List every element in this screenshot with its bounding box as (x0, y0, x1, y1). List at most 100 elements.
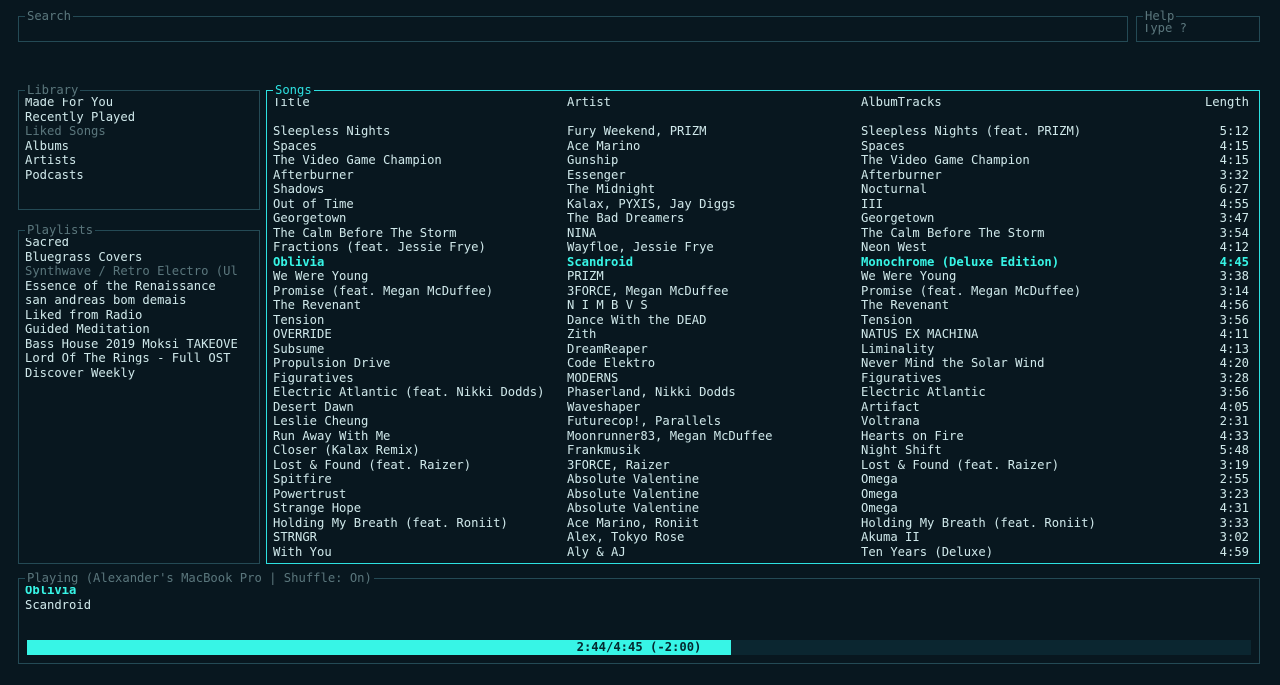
song-length: 4:33 (1155, 429, 1253, 444)
help-title: Help (1143, 9, 1176, 24)
song-artist: Scandroid (567, 255, 861, 270)
song-row[interactable]: With YouAly & AJTen Years (Deluxe)4:59 (273, 545, 1253, 560)
song-length: 3:56 (1155, 385, 1253, 400)
search-input[interactable] (19, 17, 1127, 41)
song-length: 4:31 (1155, 501, 1253, 516)
playlist-item[interactable]: Liked from Radio (25, 308, 253, 323)
playlist-item[interactable]: Essence of the Renaissance (25, 279, 253, 294)
song-title: Georgetown (273, 211, 567, 226)
song-row[interactable]: We Were YoungPRIZMWe Were Young3:38 (273, 269, 1253, 284)
song-length: 5:12 (1155, 124, 1253, 139)
song-row[interactable]: STRNGRAlex, Tokyo RoseAkuma II3:02 (273, 530, 1253, 545)
song-title: We Were Young (273, 269, 567, 284)
col-length[interactable]: Length (1155, 95, 1253, 110)
song-title: Spaces (273, 139, 567, 154)
song-title: Fractions (feat. Jessie Frye) (273, 240, 567, 255)
song-length: 6:27 (1155, 182, 1253, 197)
song-row[interactable]: TensionDance With the DEADTension3:56 (273, 313, 1253, 328)
playlist-item[interactable]: Discover Weekly (25, 366, 253, 381)
song-length: 3:14 (1155, 284, 1253, 299)
song-row[interactable]: Desert DawnWaveshaperArtifact4:05 (273, 400, 1253, 415)
playlist-item[interactable]: san andreas bom demais (25, 293, 253, 308)
song-row[interactable]: SpitfireAbsolute ValentineOmega2:55 (273, 472, 1253, 487)
song-row[interactable]: Out of TimeKalax, PYXIS, Jay DiggsIII4:5… (273, 197, 1253, 212)
song-title: STRNGR (273, 530, 567, 545)
song-album: Figuratives (861, 371, 1155, 386)
song-album: Hearts on Fire (861, 429, 1155, 444)
library-item[interactable]: Liked Songs (25, 124, 253, 139)
song-title: Propulsion Drive (273, 356, 567, 371)
song-title: Lost & Found (feat. Raizer) (273, 458, 567, 473)
library-item[interactable]: Podcasts (25, 168, 253, 183)
song-title: Holding My Breath (feat. Roniit) (273, 516, 567, 531)
progress-text: 2:44/4:45 (-2:00) (27, 640, 1251, 655)
song-row[interactable]: FigurativesMODERNSFiguratives3:28 (273, 371, 1253, 386)
song-album: The Revenant (861, 298, 1155, 313)
song-length: 3:32 (1155, 168, 1253, 183)
playlist-item[interactable]: Bass House 2019 Moksi TAKEOVE (25, 337, 253, 352)
song-title: With You (273, 545, 567, 560)
song-title: Sleepless Nights (273, 124, 567, 139)
library-item[interactable]: Recently Played (25, 110, 253, 125)
song-row[interactable]: GeorgetownThe Bad DreamersGeorgetown3:47 (273, 211, 1253, 226)
song-length: 4:20 (1155, 356, 1253, 371)
song-artist: N I M B V S (567, 298, 861, 313)
playlist-item[interactable]: Synthwave / Retro Electro (Ul (25, 264, 253, 279)
song-artist: Absolute Valentine (567, 501, 861, 516)
song-title: Oblivia (273, 255, 567, 270)
song-length: 3:23 (1155, 487, 1253, 502)
song-artist: Dance With the DEAD (567, 313, 861, 328)
song-row[interactable]: Sleepless NightsFury Weekend, PRIZMSleep… (273, 124, 1253, 139)
song-artist: Moonrunner83, Megan McDuffee (567, 429, 861, 444)
song-artist: NINA (567, 226, 861, 241)
song-album: The Video Game Champion (861, 153, 1155, 168)
help-panel: Help Type ? (1136, 16, 1260, 42)
library-item[interactable]: Artists (25, 153, 253, 168)
playlist-item[interactable]: Guided Meditation (25, 322, 253, 337)
song-title: Leslie Cheung (273, 414, 567, 429)
col-album[interactable]: AlbumTracks (861, 95, 1155, 110)
song-row[interactable]: Lost & Found (feat. Raizer)3FORCE, Raize… (273, 458, 1253, 473)
song-row[interactable]: ShadowsThe MidnightNocturnal6:27 (273, 182, 1253, 197)
playlists-panel: Playlists SacredBluegrass CoversSynthwav… (18, 230, 260, 564)
song-row[interactable]: Strange HopeAbsolute ValentineOmega4:31 (273, 501, 1253, 516)
song-album: Lost & Found (feat. Raizer) (861, 458, 1155, 473)
song-row[interactable]: Promise (feat. Megan McDuffee)3FORCE, Me… (273, 284, 1253, 299)
library-item[interactable]: Albums (25, 139, 253, 154)
song-row[interactable]: Holding My Breath (feat. Roniit)Ace Mari… (273, 516, 1253, 531)
song-artist: Essenger (567, 168, 861, 183)
song-row[interactable]: The Video Game ChampionGunshipThe Video … (273, 153, 1253, 168)
song-row[interactable]: Propulsion DriveCode ElektroNever Mind t… (273, 356, 1253, 371)
song-row[interactable]: Closer (Kalax Remix)FrankmusikNight Shif… (273, 443, 1253, 458)
song-row[interactable]: PowertrustAbsolute ValentineOmega3:23 (273, 487, 1253, 502)
song-title: Strange Hope (273, 501, 567, 516)
playlist-item[interactable]: Lord Of The Rings - Full OST (25, 351, 253, 366)
song-row[interactable]: SpacesAce MarinoSpaces4:15 (273, 139, 1253, 154)
song-length: 3:19 (1155, 458, 1253, 473)
col-title[interactable]: Title (273, 95, 567, 110)
song-row[interactable]: OVERRIDEZithNATUS EX MACHINA4:11 (273, 327, 1253, 342)
song-row[interactable]: The Calm Before The StormNINAThe Calm Be… (273, 226, 1253, 241)
song-album: Monochrome (Deluxe Edition) (861, 255, 1155, 270)
song-album: The Calm Before The Storm (861, 226, 1155, 241)
playlist-item[interactable]: Bluegrass Covers (25, 250, 253, 265)
song-album: Spaces (861, 139, 1155, 154)
song-length: 3:33 (1155, 516, 1253, 531)
song-row[interactable]: ObliviaScandroidMonochrome (Deluxe Editi… (273, 255, 1253, 270)
song-album: Voltrana (861, 414, 1155, 429)
library-panel: Library Made For YouRecently PlayedLiked… (18, 90, 260, 210)
song-title: Electric Atlantic (feat. Nikki Dodds) (273, 385, 567, 400)
song-row[interactable]: Leslie CheungFuturecop!, ParallelsVoltra… (273, 414, 1253, 429)
song-album: Nocturnal (861, 182, 1155, 197)
song-length: 4:13 (1155, 342, 1253, 357)
song-title: The Revenant (273, 298, 567, 313)
song-row[interactable]: AfterburnerEssengerAfterburner3:32 (273, 168, 1253, 183)
song-length: 3:28 (1155, 371, 1253, 386)
col-artist[interactable]: Artist (567, 95, 861, 110)
song-row[interactable]: Electric Atlantic (feat. Nikki Dodds)Pha… (273, 385, 1253, 400)
song-row[interactable]: The RevenantN I M B V SThe Revenant4:56 (273, 298, 1253, 313)
song-row[interactable]: Run Away With MeMoonrunner83, Megan McDu… (273, 429, 1253, 444)
song-row[interactable]: SubsumeDreamReaperLiminality4:13 (273, 342, 1253, 357)
progress-bar[interactable]: 2:44/4:45 (-2:00) (27, 640, 1251, 655)
song-row[interactable]: Fractions (feat. Jessie Frye)Wayfloe, Je… (273, 240, 1253, 255)
